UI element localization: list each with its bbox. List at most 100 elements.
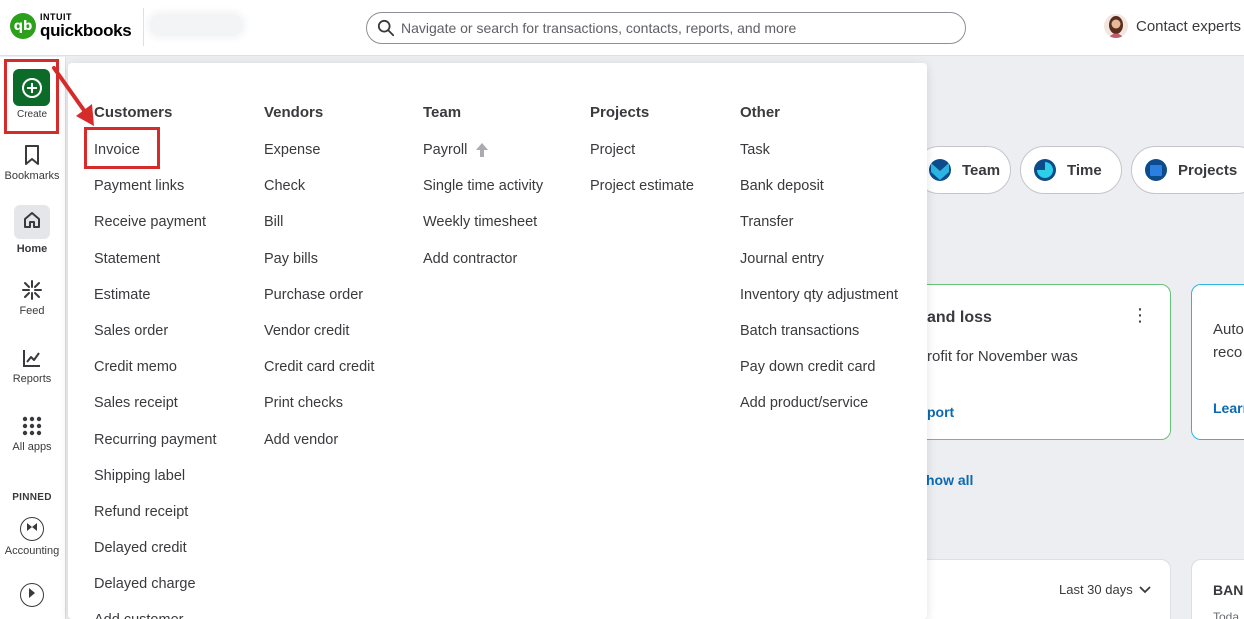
menu-item-statement[interactable]: Statement [94, 249, 217, 285]
menu-item-payroll[interactable]: Payroll [423, 140, 543, 176]
reports-chart-icon [23, 350, 40, 367]
menu-item-label: Add customer [94, 610, 183, 619]
menu-item-print-checks[interactable]: Print checks [264, 393, 374, 429]
menu-item-bank-deposit[interactable]: Bank deposit [740, 176, 898, 212]
menu-item-receive-payment[interactable]: Receive payment [94, 212, 217, 248]
menu-item-single-time-activity[interactable]: Single time activity [423, 176, 543, 212]
menu-item-add-contractor[interactable]: Add contractor [423, 249, 543, 285]
menu-item-project[interactable]: Project [590, 140, 694, 176]
nav-feed[interactable]: Feed [0, 279, 64, 317]
menu-item-delayed-credit[interactable]: Delayed credit [94, 538, 217, 574]
menu-item-weekly-timesheet[interactable]: Weekly timesheet [423, 212, 543, 248]
home-icon [24, 212, 40, 228]
left-navigation: Create Bookmarks Home Feed Reports All a… [0, 57, 66, 619]
menu-item-task[interactable]: Task [740, 140, 898, 176]
nav-feed-label: Feed [19, 305, 45, 317]
menu-item-estimate[interactable]: Estimate [94, 285, 217, 321]
menu-column-vendors: Vendors Expense Check Bill Pay bills Purchas… [264, 103, 374, 466]
chip-team[interactable]: Team [915, 146, 1011, 194]
bookmark-icon [25, 145, 39, 165]
accounting-icon [20, 517, 44, 541]
person-avatar-icon [1108, 16, 1124, 38]
menu-item-label: Print checks [264, 395, 343, 412]
grid-apps-icon [22, 416, 42, 436]
chip-projects[interactable]: Projects [1131, 146, 1244, 194]
profit-loss-report-link[interactable]: port [927, 404, 954, 420]
menu-item-label: Credit card credit [264, 359, 375, 376]
menu-item-check[interactable]: Check [264, 176, 374, 212]
profit-loss-text: rofit for November was [927, 348, 1078, 365]
menu-item-shipping-label[interactable]: Shipping label [94, 466, 217, 502]
menu-item-recurring-payment[interactable]: Recurring payment [94, 430, 217, 466]
kebab-menu-icon[interactable]: ⋮ [1131, 305, 1149, 326]
qb-logo-icon: qb [10, 13, 36, 39]
chip-projects-label: Projects [1178, 161, 1238, 179]
menu-heading-other: Other [740, 104, 781, 121]
create-menu: Customers Invoice Payment links Receive pa… [68, 63, 927, 619]
menu-item-add-customer[interactable]: Add customer [94, 610, 217, 619]
menu-item-purchase-order[interactable]: Purchase order [264, 285, 374, 321]
search-input[interactable] [401, 20, 961, 36]
menu-item-expense[interactable]: Expense [264, 140, 374, 176]
menu-item-label: Add contractor [423, 250, 518, 267]
menu-item-batch-transactions[interactable]: Batch transactions [740, 321, 898, 357]
nav-home-label: Home [16, 243, 48, 255]
menu-item-add-product-service[interactable]: Add product/service [740, 393, 898, 429]
menu-item-label: Delayed credit [94, 540, 187, 557]
menu-item-label: Project estimate [590, 178, 694, 195]
feed-sparkle-icon [22, 280, 42, 300]
create-label: Create [16, 109, 47, 120]
menu-item-credit-memo[interactable]: Credit memo [94, 357, 217, 393]
menu-item-label: Pay bills [264, 250, 318, 267]
menu-item-label: Shipping label [94, 467, 186, 484]
menu-item-pay-bills[interactable]: Pay bills [264, 249, 374, 285]
menu-column-projects: Projects Project Project estimate [590, 103, 694, 212]
menu-item-invoice[interactable]: Invoice [94, 140, 217, 176]
learn-more-link[interactable]: Learn [1213, 400, 1244, 416]
menu-item-label: Payment links [94, 178, 185, 195]
nav-accounting[interactable]: Accounting [0, 517, 64, 557]
menu-item-label: Receive payment [94, 214, 207, 231]
nav-all-apps[interactable]: All apps [0, 415, 64, 453]
nav-bookmarks[interactable]: Bookmarks [0, 144, 64, 182]
create-button[interactable] [13, 69, 50, 106]
bank-card-title: BANK [1213, 582, 1244, 598]
menu-item-sales-receipt[interactable]: Sales receipt [94, 393, 217, 429]
global-search[interactable] [366, 12, 966, 44]
menu-item-label: Bank deposit [740, 178, 824, 195]
bank-card: BANK Toda [1191, 559, 1244, 619]
menu-item-credit-card-credit[interactable]: Credit card credit [264, 357, 374, 393]
menu-item-payment-links[interactable]: Payment links [94, 176, 217, 212]
nav-reports[interactable]: Reports [0, 347, 64, 385]
expert-avatar [1104, 14, 1128, 38]
menu-item-add-vendor[interactable]: Add vendor [264, 430, 374, 466]
menu-item-label: Single time activity [423, 178, 544, 195]
menu-item-label: Vendor credit [264, 322, 350, 339]
company-name-redacted [150, 14, 243, 36]
show-all-link[interactable]: how all [926, 472, 973, 488]
menu-item-refund-receipt[interactable]: Refund receipt [94, 502, 217, 538]
menu-item-label: Bill [264, 214, 284, 231]
menu-item-delayed-charge[interactable]: Delayed charge [94, 574, 217, 610]
contact-experts-button[interactable]: Contact experts [1104, 14, 1241, 38]
nav-home[interactable]: Home [0, 205, 64, 255]
menu-item-vendor-credit[interactable]: Vendor credit [264, 321, 374, 357]
menu-item-label: Add product/service [740, 395, 869, 412]
profit-loss-title: and loss [927, 309, 992, 326]
menu-column-team: Team Payroll Single time activity Weekly t… [423, 103, 543, 285]
chip-time-label: Time [1067, 161, 1102, 179]
menu-item-label: Check [264, 178, 306, 195]
menu-item-bill[interactable]: Bill [264, 212, 374, 248]
menu-item-pay-down-credit-card[interactable]: Pay down credit card [740, 357, 898, 393]
date-range-dropdown[interactable]: Last 30 days [1059, 582, 1151, 597]
menu-item-journal-entry[interactable]: Journal entry [740, 249, 898, 285]
chip-time[interactable]: Time [1020, 146, 1122, 194]
nav-pinned-next[interactable] [0, 583, 64, 611]
menu-item-project-estimate[interactable]: Project estimate [590, 176, 694, 212]
menu-item-inventory-qty-adjustment[interactable]: Inventory qty adjustment [740, 285, 898, 321]
nav-reports-label: Reports [12, 373, 52, 385]
auto-reconcile-card[interactable]: Auto reco Learn [1191, 284, 1244, 440]
quickbooks-logo[interactable]: qb INTUIT quickbooks [10, 13, 132, 39]
menu-item-sales-order[interactable]: Sales order [94, 321, 217, 357]
menu-item-transfer[interactable]: Transfer [740, 212, 898, 248]
